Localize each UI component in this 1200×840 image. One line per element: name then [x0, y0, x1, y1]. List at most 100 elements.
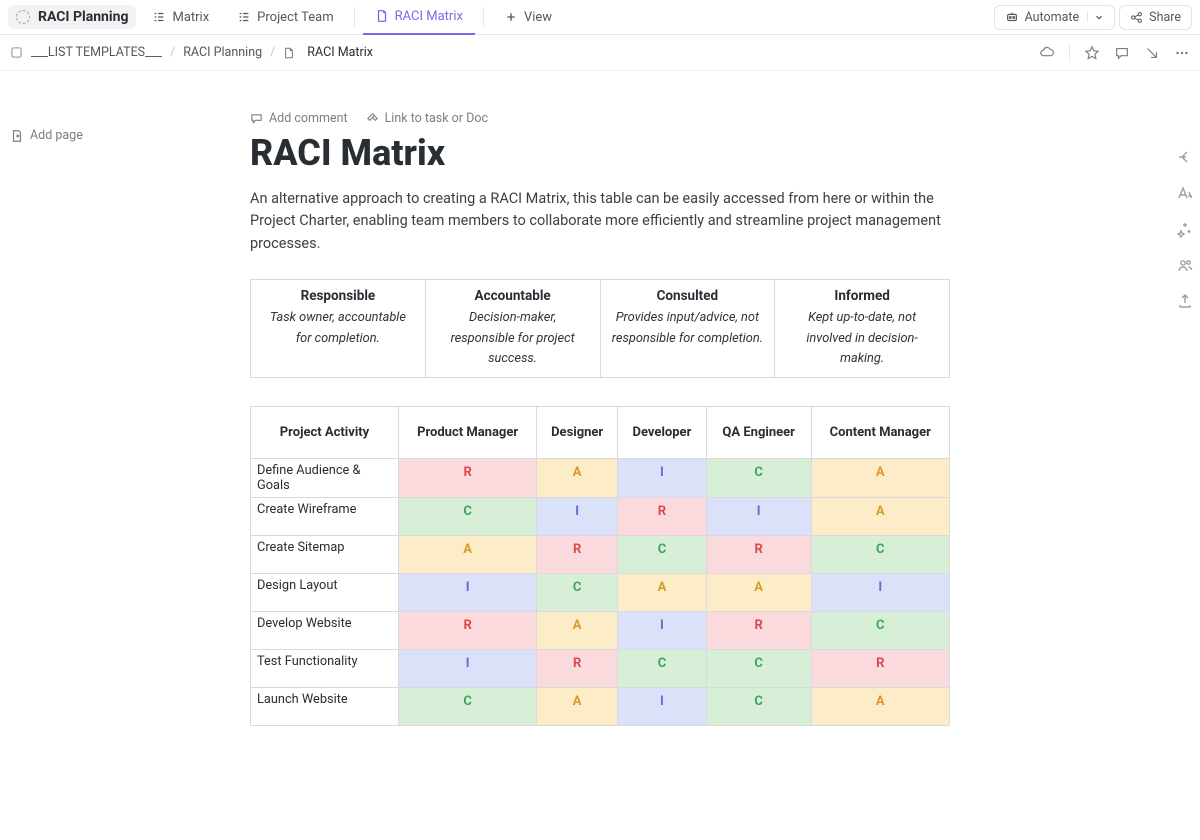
right-rail — [1176, 148, 1194, 310]
add-view-label: View — [524, 10, 552, 25]
raci-cell[interactable]: R — [706, 536, 811, 574]
automate-button[interactable]: Automate — [994, 5, 1116, 30]
raci-cell[interactable]: A — [537, 459, 618, 498]
raci-cell[interactable]: C — [706, 688, 811, 726]
raci-cell[interactable]: A — [537, 612, 618, 650]
divider — [483, 7, 484, 27]
table-row: Test FunctionalityIRCCR — [251, 650, 950, 688]
raci-table[interactable]: Project ActivityProduct ManagerDesignerD… — [250, 406, 950, 726]
raci-cell[interactable]: I — [706, 498, 811, 536]
more-icon[interactable] — [1174, 45, 1190, 61]
raci-cell[interactable]: R — [706, 612, 811, 650]
def-consulted: Consulted Provides input/advice, not res… — [600, 280, 775, 378]
raci-cell[interactable]: A — [706, 574, 811, 612]
def-accountable: Accountable Decision-maker, responsible … — [425, 280, 600, 378]
table-row: Develop WebsiteRAIRC — [251, 612, 950, 650]
sparkle-icon[interactable] — [1176, 220, 1194, 238]
tab-matrix[interactable]: Matrix — [140, 0, 221, 35]
raci-cell[interactable]: I — [811, 574, 949, 612]
crumb-leaf[interactable]: RACI Matrix — [307, 45, 373, 60]
typography-icon[interactable] — [1176, 184, 1194, 202]
def-heading: Informed — [785, 288, 939, 304]
raci-cell[interactable]: C — [399, 688, 537, 726]
tab-raci-matrix[interactable]: RACI Matrix — [363, 0, 475, 35]
raci-cell[interactable]: I — [399, 574, 537, 612]
raci-cell[interactable]: C — [706, 459, 811, 498]
share-button[interactable]: Share — [1119, 5, 1192, 30]
raci-cell[interactable]: I — [618, 688, 707, 726]
raci-cell[interactable]: I — [399, 650, 537, 688]
star-icon[interactable] — [1084, 45, 1100, 61]
def-informed: Informed Kept up-to-date, not involved i… — [775, 280, 950, 378]
list-icon — [152, 10, 166, 24]
table-row: Create SitemapARCRC — [251, 536, 950, 574]
def-responsible: Responsible Task owner, accountable for … — [251, 280, 426, 378]
activity-cell[interactable]: Test Functionality — [251, 650, 399, 688]
raci-cell[interactable]: I — [537, 498, 618, 536]
page-content: Add comment Link to task or Doc RACI Mat… — [250, 111, 950, 726]
crumb-sep: / — [170, 45, 175, 60]
raci-cell[interactable]: C — [706, 650, 811, 688]
activity-cell[interactable]: Define Audience & Goals — [251, 459, 399, 498]
tab-label: RACI Matrix — [395, 9, 463, 24]
export-icon[interactable] — [1176, 292, 1194, 310]
people-icon[interactable] — [1176, 256, 1194, 274]
activity-cell[interactable]: Create Sitemap — [251, 536, 399, 574]
automate-label: Automate — [1025, 10, 1080, 25]
raci-cell[interactable]: C — [399, 498, 537, 536]
activity-cell[interactable]: Launch Website — [251, 688, 399, 726]
add-comment-button[interactable]: Add comment — [250, 111, 348, 126]
raci-cell[interactable]: A — [811, 498, 949, 536]
activity-cell[interactable]: Design Layout — [251, 574, 399, 612]
page-title[interactable]: RACI Matrix — [250, 132, 950, 174]
crumb-mid[interactable]: RACI Planning — [183, 45, 262, 60]
workspace-chip[interactable]: RACI Planning — [8, 5, 136, 29]
link-task-button[interactable]: Link to task or Doc — [366, 111, 488, 126]
collapse-icon[interactable] — [1176, 148, 1194, 166]
raci-cell[interactable]: A — [399, 536, 537, 574]
raci-col-header: Content Manager — [811, 407, 949, 459]
tab-project-team[interactable]: Project Team — [225, 0, 345, 35]
table-row: Launch WebsiteCAICA — [251, 688, 950, 726]
raci-cell[interactable]: R — [618, 498, 707, 536]
raci-cell[interactable]: A — [618, 574, 707, 612]
table-row: Define Audience & GoalsRAICA — [251, 459, 950, 498]
raci-cell[interactable]: C — [618, 536, 707, 574]
raci-cell[interactable]: C — [618, 650, 707, 688]
definitions-table: Responsible Task owner, accountable for … — [250, 279, 950, 378]
raci-cell[interactable]: R — [399, 459, 537, 498]
comment-icon[interactable] — [1114, 45, 1130, 61]
activity-cell[interactable]: Create Wireframe — [251, 498, 399, 536]
raci-cell[interactable]: A — [537, 688, 618, 726]
raci-cell[interactable]: A — [811, 459, 949, 498]
raci-cell[interactable]: R — [537, 536, 618, 574]
raci-col-header: QA Engineer — [706, 407, 811, 459]
chevron-down-icon — [1087, 12, 1104, 22]
activity-cell[interactable]: Develop Website — [251, 612, 399, 650]
add-view-button[interactable]: View — [492, 0, 564, 35]
raci-cell[interactable]: C — [811, 536, 949, 574]
raci-cell[interactable]: A — [811, 688, 949, 726]
tiny-actions: Add comment Link to task or Doc — [250, 111, 950, 126]
share-label: Share — [1149, 10, 1181, 25]
raci-cell[interactable]: C — [537, 574, 618, 612]
raci-cell[interactable]: C — [811, 612, 949, 650]
page-description[interactable]: An alternative approach to creating a RA… — [250, 188, 950, 255]
plus-icon — [504, 10, 518, 24]
def-desc: Task owner, accountable for completion. — [270, 310, 406, 345]
def-desc: Kept up-to-date, not involved in decisio… — [806, 310, 917, 366]
square-icon — [10, 46, 23, 59]
raci-cell[interactable]: I — [618, 612, 707, 650]
download-icon[interactable] — [1144, 45, 1160, 61]
workspace-title: RACI Planning — [38, 9, 128, 25]
crumb-root[interactable]: ___LIST TEMPLATES___ — [31, 45, 162, 60]
raci-cell[interactable]: R — [811, 650, 949, 688]
raci-col-header: Designer — [537, 407, 618, 459]
cloud-icon[interactable] — [1039, 45, 1055, 61]
raci-cell[interactable]: I — [618, 459, 707, 498]
crumb-sep: / — [270, 45, 275, 60]
add-page-button[interactable]: Add page — [10, 128, 83, 143]
raci-col-header: Project Activity — [251, 407, 399, 459]
raci-cell[interactable]: R — [537, 650, 618, 688]
raci-cell[interactable]: R — [399, 612, 537, 650]
